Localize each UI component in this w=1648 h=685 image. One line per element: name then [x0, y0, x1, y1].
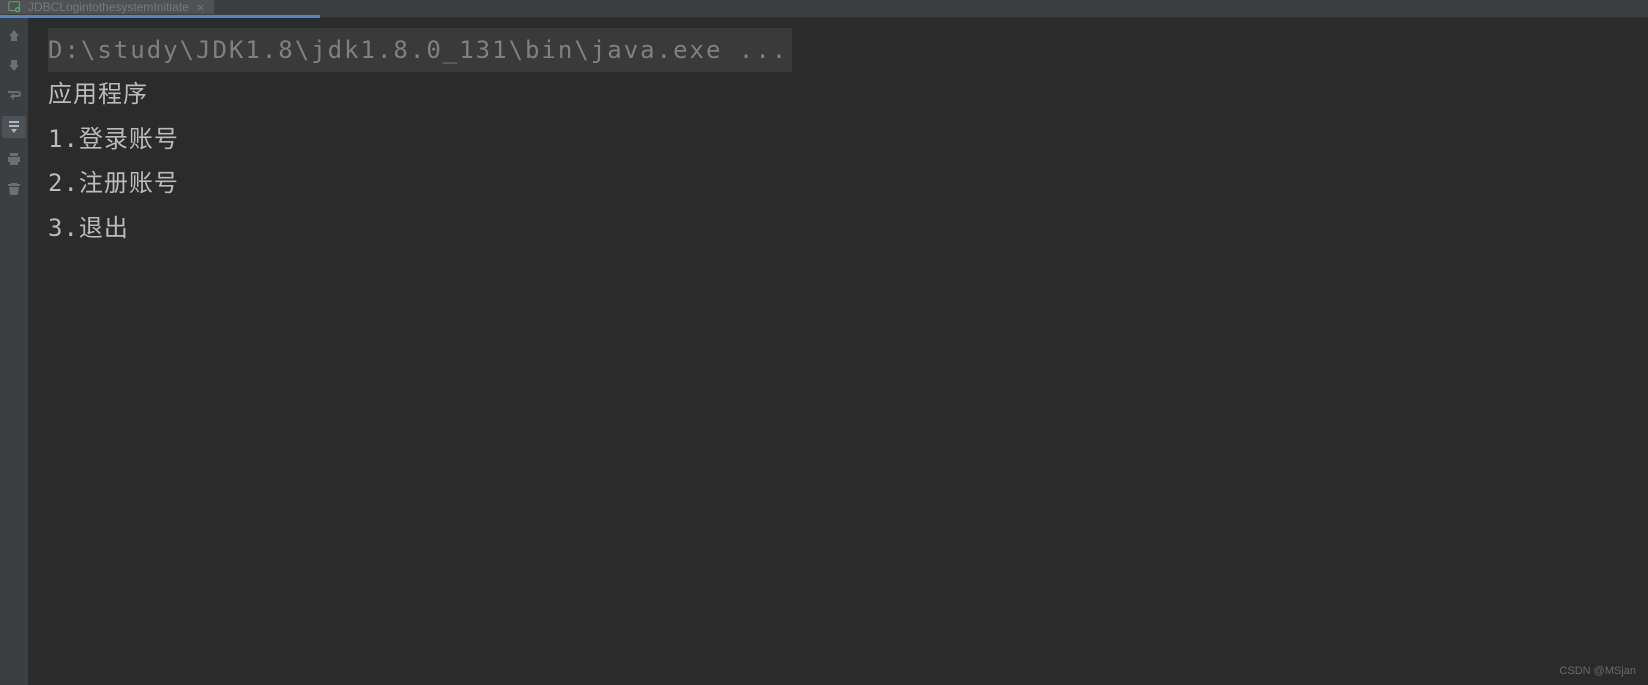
up-arrow-icon[interactable]: [5, 26, 23, 44]
soft-wrap-icon[interactable]: [5, 86, 23, 104]
active-tab-indicator: [0, 15, 320, 18]
output-line: 2.注册账号: [48, 161, 1628, 205]
console-output[interactable]: D:\study\JDK1.8\jdk1.8.0_131\bin\java.ex…: [28, 18, 1648, 685]
output-line: 应用程序: [48, 72, 1628, 116]
print-icon[interactable]: [5, 150, 23, 168]
down-arrow-icon[interactable]: [5, 56, 23, 74]
output-line: 1.登录账号: [48, 117, 1628, 161]
gutter-toolbar: [0, 18, 28, 685]
command-line: D:\study\JDK1.8\jdk1.8.0_131\bin\java.ex…: [48, 28, 1628, 72]
run-config-icon: [8, 0, 22, 14]
output-line: 3.退出: [48, 206, 1628, 250]
trash-icon[interactable]: [5, 180, 23, 198]
tab-label: JDBCLogintothesystemInitiate: [28, 0, 189, 14]
scroll-to-end-icon[interactable]: [2, 116, 26, 138]
run-tab[interactable]: JDBCLogintothesystemInitiate ×: [0, 0, 214, 14]
main-area: D:\study\JDK1.8\jdk1.8.0_131\bin\java.ex…: [0, 18, 1648, 685]
close-icon[interactable]: ×: [195, 0, 207, 15]
tab-bar: JDBCLogintothesystemInitiate ×: [0, 0, 1648, 18]
watermark: CSDN @MSjan: [1559, 665, 1636, 677]
